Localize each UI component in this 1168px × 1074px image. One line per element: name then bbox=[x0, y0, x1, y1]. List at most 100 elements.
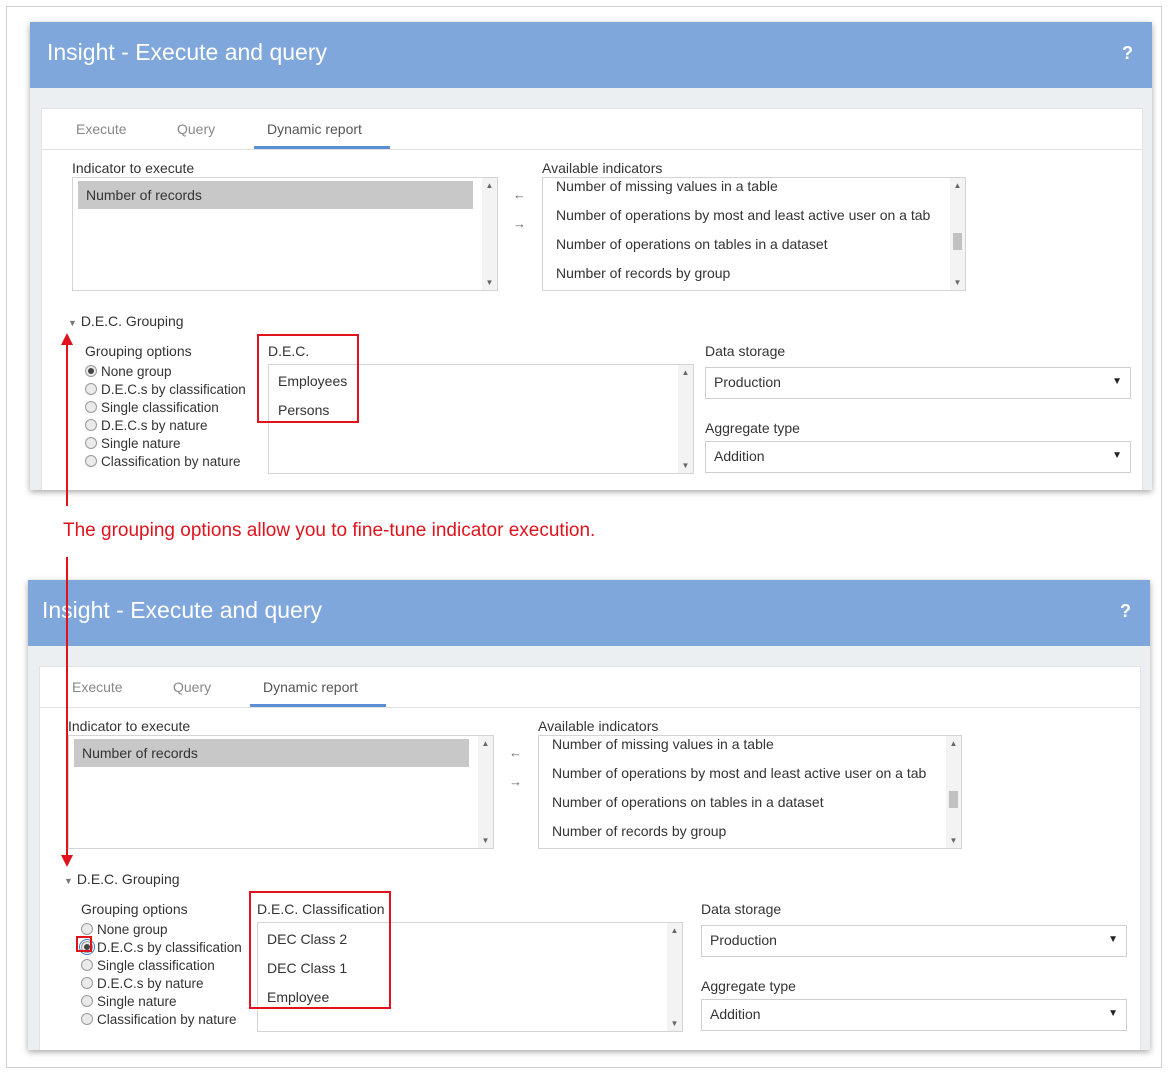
radio-decs-by-classification[interactable]: D.E.C.s by classification bbox=[85, 382, 246, 397]
annotation-caption: The grouping options allow you to fine-t… bbox=[63, 520, 596, 541]
available-item[interactable]: Number of records by group bbox=[552, 823, 726, 839]
scroll-down-icon[interactable]: ▼ bbox=[678, 461, 693, 470]
scroll-up-icon[interactable]: ▲ bbox=[478, 739, 493, 748]
scroll-down-icon[interactable]: ▼ bbox=[667, 1019, 682, 1028]
move-left-icon[interactable]: ← bbox=[513, 187, 526, 202]
radio-label: D.E.C.s by nature bbox=[97, 976, 204, 991]
available-item[interactable]: Number of missing values in a table bbox=[552, 736, 774, 752]
available-item[interactable]: Number of operations on tables in a data… bbox=[556, 236, 828, 252]
radio-label: Single nature bbox=[101, 436, 181, 451]
screenshot-2: Insight - Execute and query ? Execute Qu… bbox=[28, 580, 1150, 1050]
indicator-item[interactable]: Number of records bbox=[82, 745, 198, 761]
arrow-up-icon bbox=[61, 333, 73, 345]
data-storage-label: Data storage bbox=[705, 343, 786, 359]
move-left-icon[interactable]: ← bbox=[509, 745, 522, 760]
data-storage-select[interactable]: Production ▼ bbox=[701, 925, 1127, 957]
grouping-options-label: Grouping options bbox=[81, 901, 188, 917]
available-item[interactable]: Number of operations by most and least a… bbox=[556, 207, 946, 223]
dec-grouping-toggle[interactable]: ▼ D.E.C. Grouping bbox=[68, 313, 184, 329]
move-right-icon[interactable]: → bbox=[513, 216, 526, 231]
scroll-up-icon[interactable]: ▲ bbox=[678, 368, 693, 377]
radio-classification-by-nature[interactable]: Classification by nature bbox=[81, 1012, 237, 1027]
available-item[interactable]: Number of operations by most and least a… bbox=[552, 765, 942, 781]
tab-execute[interactable]: Execute bbox=[76, 121, 127, 137]
scrollbar[interactable]: ▲ ▼ bbox=[478, 736, 493, 848]
available-listbox[interactable]: Number of missing values in a table Numb… bbox=[542, 177, 966, 291]
tab-query[interactable]: Query bbox=[173, 679, 211, 695]
scroll-up-icon[interactable]: ▲ bbox=[950, 181, 965, 190]
available-listbox[interactable]: Number of missing values in a table Numb… bbox=[538, 735, 962, 849]
aggregate-type-select[interactable]: Addition ▼ bbox=[705, 441, 1131, 473]
aggregate-type-label: Aggregate type bbox=[701, 978, 796, 994]
aggregate-type-label: Aggregate type bbox=[705, 420, 800, 436]
radio-decs-by-nature[interactable]: D.E.C.s by nature bbox=[85, 418, 208, 433]
annotation-arrow-line bbox=[66, 557, 68, 857]
radio-icon bbox=[85, 419, 97, 431]
scrollbar[interactable]: ▲ ▼ bbox=[667, 923, 682, 1031]
tab-dynamic-report[interactable]: Dynamic report bbox=[267, 121, 362, 137]
indicator-item[interactable]: Number of records bbox=[86, 187, 202, 203]
indicator-label: Indicator to execute bbox=[72, 160, 195, 176]
radio-icon bbox=[81, 923, 93, 935]
radio-none-group[interactable]: None group bbox=[81, 922, 168, 937]
radio-icon bbox=[85, 455, 97, 467]
radio-single-nature[interactable]: Single nature bbox=[81, 994, 177, 1009]
data-storage-label: Data storage bbox=[701, 901, 782, 917]
scrollbar[interactable]: ▲ ▼ bbox=[946, 736, 961, 848]
available-item[interactable]: Number of missing values in a table bbox=[556, 178, 778, 194]
title-bar: Insight - Execute and query ? bbox=[28, 580, 1150, 646]
available-item[interactable]: Number of operations on tables in a data… bbox=[552, 794, 824, 810]
radio-single-nature[interactable]: Single nature bbox=[85, 436, 181, 451]
radio-label: D.E.C.s by classification bbox=[101, 382, 246, 397]
radio-none-group[interactable]: None group bbox=[85, 364, 172, 379]
chevron-down-icon: ▼ bbox=[1112, 376, 1122, 387]
radio-single-classification[interactable]: Single classification bbox=[85, 400, 219, 415]
chevron-down-icon: ▼ bbox=[1108, 1008, 1118, 1019]
help-icon[interactable]: ? bbox=[1120, 601, 1131, 622]
radio-label: None group bbox=[97, 922, 168, 937]
radio-label: None group bbox=[101, 364, 172, 379]
scroll-down-icon[interactable]: ▼ bbox=[946, 836, 961, 845]
scroll-down-icon[interactable]: ▼ bbox=[478, 836, 493, 845]
indicator-listbox[interactable]: Number of records ▲ ▼ bbox=[72, 177, 498, 291]
radio-label: Classification by nature bbox=[101, 454, 241, 469]
radio-icon bbox=[85, 437, 97, 449]
radio-single-classification[interactable]: Single classification bbox=[81, 958, 215, 973]
radio-label: Single classification bbox=[101, 400, 219, 415]
tab-execute[interactable]: Execute bbox=[72, 679, 123, 695]
scrollbar[interactable]: ▲ ▼ bbox=[678, 365, 693, 473]
scroll-up-icon[interactable]: ▲ bbox=[946, 739, 961, 748]
scrollbar[interactable]: ▲ ▼ bbox=[950, 178, 965, 290]
radio-decs-by-classification[interactable]: D.E.C.s by classification bbox=[79, 939, 242, 955]
aggregate-type-select[interactable]: Addition ▼ bbox=[701, 999, 1127, 1031]
scrollbar[interactable]: ▲ ▼ bbox=[482, 178, 497, 290]
scroll-down-icon[interactable]: ▼ bbox=[482, 278, 497, 287]
active-tab-indicator bbox=[250, 704, 386, 707]
main-panel: Execute Query Dynamic report Indicator t… bbox=[39, 666, 1141, 1050]
radio-icon bbox=[85, 401, 97, 413]
scroll-up-icon[interactable]: ▲ bbox=[667, 926, 682, 935]
indicator-listbox[interactable]: Number of records ▲ ▼ bbox=[68, 735, 494, 849]
radio-classification-by-nature[interactable]: Classification by nature bbox=[85, 454, 241, 469]
scroll-up-icon[interactable]: ▲ bbox=[482, 181, 497, 190]
collapse-icon: ▼ bbox=[68, 318, 77, 328]
aggregate-type-value: Addition bbox=[710, 1006, 761, 1022]
scroll-thumb[interactable] bbox=[953, 233, 962, 250]
chevron-down-icon: ▼ bbox=[1112, 450, 1122, 461]
scroll-down-icon[interactable]: ▼ bbox=[950, 278, 965, 287]
scroll-thumb[interactable] bbox=[949, 791, 958, 808]
dec-highlight-box bbox=[257, 334, 359, 423]
move-right-icon[interactable]: → bbox=[509, 774, 522, 789]
data-storage-value: Production bbox=[714, 374, 781, 390]
help-icon[interactable]: ? bbox=[1122, 43, 1133, 64]
radio-decs-by-nature[interactable]: D.E.C.s by nature bbox=[81, 976, 204, 991]
dec-grouping-toggle[interactable]: ▼ D.E.C. Grouping bbox=[64, 871, 180, 887]
screenshot-1: Insight - Execute and query ? Execute Qu… bbox=[30, 22, 1152, 490]
available-item[interactable]: Number of records by group bbox=[556, 265, 730, 281]
data-storage-select[interactable]: Production ▼ bbox=[705, 367, 1131, 399]
radio-label: Classification by nature bbox=[97, 1012, 237, 1027]
data-storage-value: Production bbox=[710, 932, 777, 948]
tab-query[interactable]: Query bbox=[177, 121, 215, 137]
radio-label: Single nature bbox=[97, 994, 177, 1009]
tab-dynamic-report[interactable]: Dynamic report bbox=[263, 679, 358, 695]
